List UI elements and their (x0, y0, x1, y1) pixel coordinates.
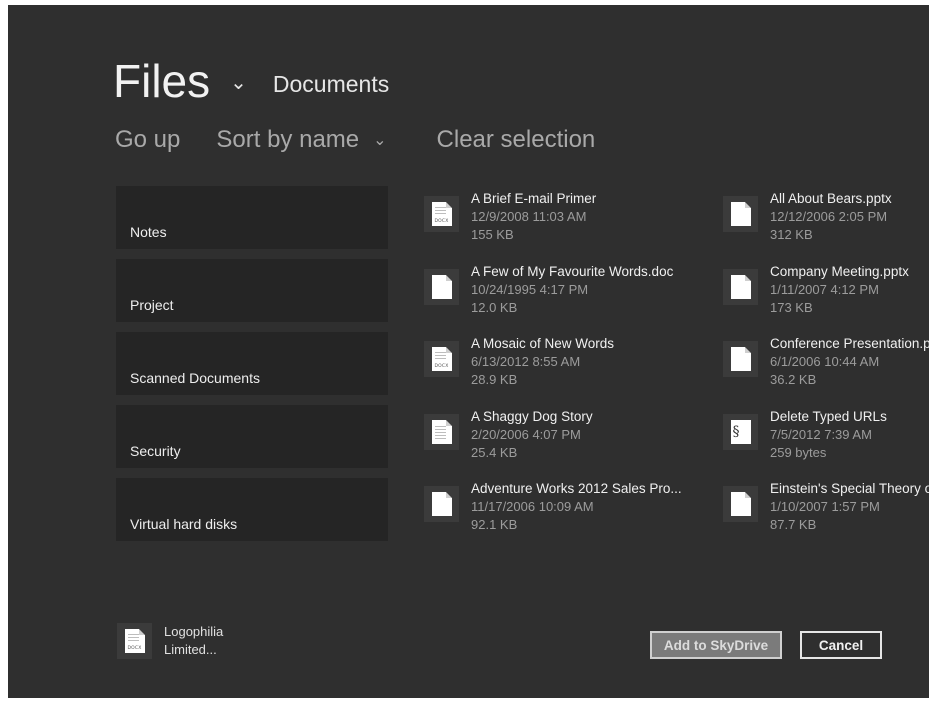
blank-document-icon (730, 202, 751, 226)
chevron-down-icon[interactable]: ⌄ (373, 130, 386, 150)
file-item[interactable]: A Few of My Favourite Words.doc 10/24/19… (424, 263, 724, 336)
file-thumbnail: DOCX (424, 196, 459, 232)
file-size: 28.9 KB (471, 372, 518, 387)
script-icon: § (730, 419, 751, 444)
file-column-2: All About Bears.pptx 12/12/2006 2:05 PM … (723, 190, 929, 553)
file-size: 25.4 KB (471, 444, 518, 460)
file-date: 1/11/2007 4:12 PM (770, 281, 879, 297)
file-size: 312 KB (770, 227, 813, 242)
file-date: 1/10/2007 1:57 PM (770, 499, 880, 514)
file-date: 2/20/2006 4:07 PM (471, 426, 581, 442)
file-item[interactable]: Adventure Works 2012 Sales Pro... 11/17/… (424, 480, 724, 553)
go-up-button[interactable]: Go up (115, 126, 180, 154)
app-title[interactable]: Files (113, 53, 210, 109)
file-thumbnail: DOCX (424, 341, 459, 377)
file-name: A Few of My Favourite Words.doc (471, 263, 674, 279)
add-to-skydrive-button[interactable]: Add to SkyDrive (650, 631, 782, 659)
blank-document-icon (730, 274, 751, 299)
file-item[interactable]: Company Meeting.pptx 1/11/2007 4:12 PM 1… (723, 263, 929, 336)
file-column-1: DOCX A Brief E-mail Primer 12/9/2008 11:… (424, 190, 724, 553)
folder-list: Notes Project Scanned Documents Security… (116, 186, 388, 551)
folder-tile[interactable]: Virtual hard disks (116, 478, 388, 541)
file-item[interactable]: DOCX A Brief E-mail Primer 12/9/2008 11:… (424, 190, 724, 263)
file-thumbnail (424, 268, 459, 305)
file-picker: Files ⌄ Documents Go up Sort by name ⌄ C… (8, 5, 929, 698)
file-size: 155 KB (471, 227, 514, 242)
file-item[interactable]: Conference Presentation.pptx 6/1/2006 10… (723, 335, 929, 408)
folder-tile[interactable]: Project (116, 259, 388, 322)
cancel-button[interactable]: Cancel (800, 631, 882, 659)
file-name: Conference Presentation.pptx (770, 336, 929, 351)
file-thumbnail (723, 341, 758, 377)
current-location: Documents (272, 71, 390, 97)
file-name: Adventure Works 2012 Sales Pro... (471, 481, 682, 496)
file-name: All About Bears.pptx (770, 191, 892, 206)
file-date: 12/12/2006 2:05 PM (770, 209, 888, 224)
file-thumbnail (723, 196, 758, 232)
chevron-down-icon[interactable]: ⌄ (230, 70, 247, 95)
folder-label: Notes (130, 224, 167, 240)
file-thumbnail (723, 486, 758, 522)
selected-file[interactable]: DOCX Logophilia Limited... (117, 623, 244, 659)
header: Files ⌄ Documents (113, 53, 389, 109)
blank-document-icon (730, 347, 751, 371)
file-thumbnail: DOCX (117, 623, 152, 659)
file-name: Einstein's Special Theory of Relativity (770, 481, 929, 496)
sort-dropdown[interactable]: Sort by name (216, 126, 359, 154)
file-thumbnail: § (723, 413, 758, 450)
file-date: 10/24/1995 4:17 PM (471, 281, 589, 297)
file-size: 92.1 KB (471, 517, 518, 532)
file-date: 6/13/2012 8:55 AM (471, 354, 581, 369)
clear-selection-button[interactable]: Clear selection (437, 126, 596, 154)
file-thumbnail (424, 486, 459, 522)
folder-tile[interactable]: Scanned Documents (116, 332, 388, 395)
folder-label: Virtual hard disks (130, 516, 238, 532)
file-item[interactable]: A Shaggy Dog Story 2/20/2006 4:07 PM 25.… (424, 408, 724, 481)
file-name: A Brief E-mail Primer (471, 191, 597, 206)
command-bar: Go up Sort by name ⌄ Clear selection (115, 126, 595, 154)
file-date: 7/5/2012 7:39 AM (770, 426, 872, 442)
file-size: 36.2 KB (770, 372, 817, 387)
file-item[interactable]: Einstein's Special Theory of Relativity … (723, 480, 929, 553)
file-date: 6/1/2006 10:44 AM (770, 354, 880, 369)
folder-label: Security (130, 443, 181, 459)
file-thumbnail (424, 413, 459, 450)
file-size: 259 bytes (770, 444, 827, 460)
file-name: Delete Typed URLs (770, 408, 887, 424)
file-date: 11/17/2006 10:09 AM (471, 499, 594, 514)
file-item[interactable]: § Delete Typed URLs 7/5/2012 7:39 AM 259… (723, 408, 929, 481)
file-size: 87.7 KB (770, 517, 817, 532)
folder-tile[interactable]: Security (116, 405, 388, 468)
file-name: A Shaggy Dog Story (471, 408, 593, 424)
selected-file-name: Logophilia Limited... (164, 624, 224, 657)
blank-document-icon (730, 492, 751, 516)
folder-label: Scanned Documents (130, 370, 260, 386)
file-item[interactable]: DOCX A Mosaic of New Words 6/13/2012 8:5… (424, 335, 724, 408)
blank-document-icon (431, 274, 452, 299)
file-size: 12.0 KB (471, 299, 518, 315)
folder-label: Project (130, 297, 174, 313)
folder-tile[interactable]: Notes (116, 186, 388, 249)
docx-icon: DOCX (124, 629, 145, 653)
file-name: Company Meeting.pptx (770, 263, 909, 279)
file-size: 173 KB (770, 299, 813, 315)
file-name: A Mosaic of New Words (471, 336, 615, 351)
text-document-icon (431, 419, 452, 444)
docx-icon: DOCX (431, 202, 452, 226)
docx-icon: DOCX (431, 347, 452, 371)
file-date: 12/9/2008 11:03 AM (471, 209, 587, 224)
file-thumbnail (723, 268, 758, 305)
blank-document-icon (431, 492, 452, 516)
file-item[interactable]: All About Bears.pptx 12/12/2006 2:05 PM … (723, 190, 929, 263)
